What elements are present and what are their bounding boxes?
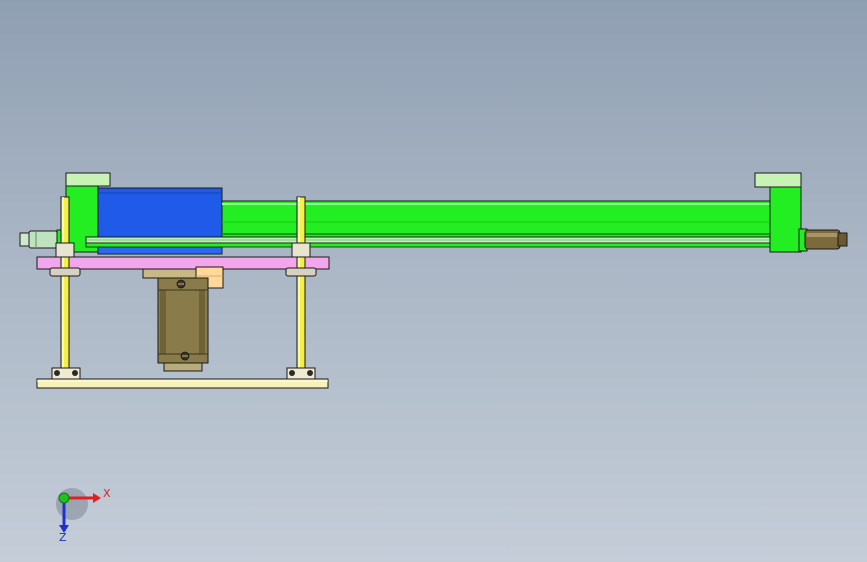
axis-triad: X Z bbox=[56, 487, 111, 544]
guide-rail[interactable] bbox=[85, 236, 784, 248]
right-rod-clamp[interactable] bbox=[286, 367, 316, 380]
left-rod-clamp[interactable] bbox=[51, 367, 81, 380]
x-axis-label: X bbox=[103, 487, 111, 500]
motor-screw-top bbox=[176, 279, 186, 289]
yellow-base-plate[interactable] bbox=[36, 378, 329, 389]
pink-mounting-plate[interactable] bbox=[36, 256, 330, 270]
cad-viewport[interactable]: X Z bbox=[0, 0, 867, 562]
y-axis-dot bbox=[58, 492, 70, 504]
z-axis-label: Z bbox=[59, 531, 67, 544]
triad-shadow bbox=[56, 488, 88, 520]
right-rod-end[interactable] bbox=[804, 229, 848, 250]
assembly-drawing[interactable]: X Z bbox=[0, 0, 867, 562]
motor-screw-bottom bbox=[180, 351, 190, 361]
left-rod-end[interactable] bbox=[19, 230, 58, 249]
